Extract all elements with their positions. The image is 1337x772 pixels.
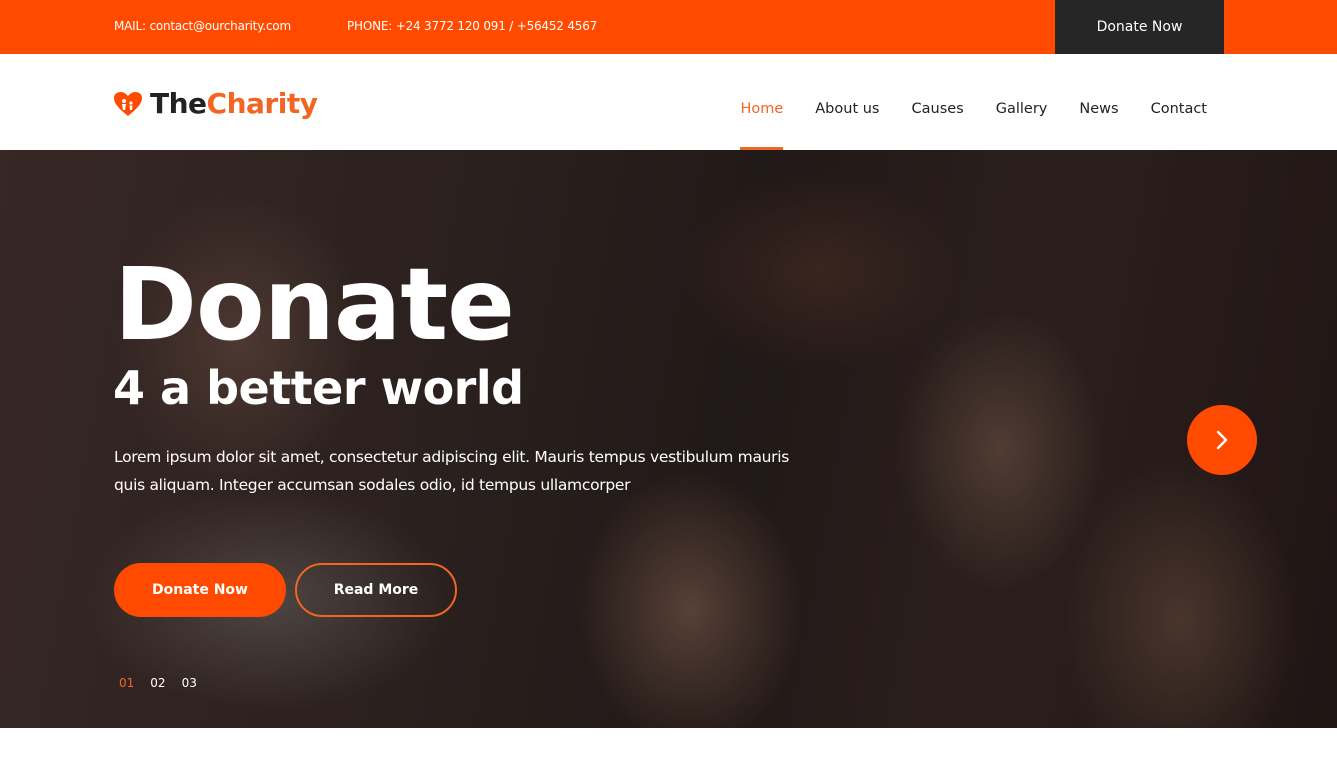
slide-indicator-3[interactable]: 03: [182, 676, 197, 690]
slide-pagination: 01 02 03: [119, 676, 213, 690]
read-more-button[interactable]: Read More: [295, 563, 457, 617]
slide-indicator-1[interactable]: 01: [119, 676, 134, 690]
hero-description: Lorem ipsum dolor sit amet, consectetur …: [114, 448, 790, 494]
main-header: The Charity Home About us Causes Gallery …: [0, 54, 1337, 150]
chevron-right-icon: [1216, 430, 1228, 450]
logo-text-the: The: [150, 87, 207, 120]
donate-now-top-button[interactable]: Donate Now: [1055, 0, 1224, 54]
logo-text-charity: Charity: [206, 87, 318, 120]
nav-about-us[interactable]: About us: [815, 54, 879, 150]
nav-news[interactable]: News: [1079, 54, 1118, 150]
main-nav: Home About us Causes Gallery News Contac…: [708, 54, 1207, 150]
logo[interactable]: The Charity: [113, 87, 318, 120]
hero-slider: Donate 4 a better world Lorem ipsum dolo…: [0, 150, 1337, 728]
donate-now-button[interactable]: Donate Now: [114, 563, 286, 617]
hero-background-image: [0, 150, 1337, 728]
nav-causes[interactable]: Causes: [912, 54, 964, 150]
top-bar: MAIL: contact@ourcharity.com PHONE: +24 …: [0, 0, 1337, 54]
slide-indicator-2[interactable]: 02: [150, 676, 165, 690]
nav-gallery[interactable]: Gallery: [996, 54, 1048, 150]
heart-people-icon: [114, 91, 142, 116]
nav-contact[interactable]: Contact: [1151, 54, 1207, 150]
nav-home[interactable]: Home: [740, 54, 783, 150]
hero-title: Donate: [114, 246, 515, 363]
next-slide-button[interactable]: [1187, 405, 1257, 475]
contact-email: MAIL: contact@ourcharity.com: [114, 19, 291, 33]
contact-phone: PHONE: +24 3772 120 091 / +56452 4567: [347, 19, 598, 33]
hero-subtitle: 4 a better world: [113, 361, 524, 415]
